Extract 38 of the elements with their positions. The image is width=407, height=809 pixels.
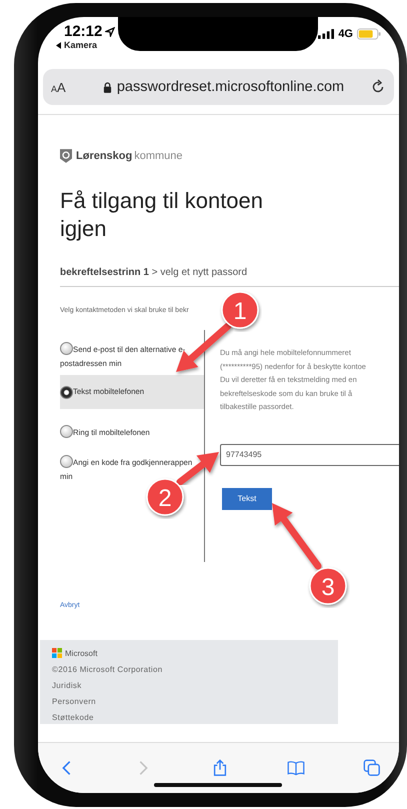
brand-name: Microsoft [65, 648, 98, 658]
radio-button[interactable] [60, 455, 73, 468]
signal-icon [318, 29, 334, 39]
callout-number: 1 [233, 298, 247, 325]
back-triangle-icon [56, 42, 61, 48]
shield-logo-icon [60, 149, 72, 163]
battery-icon [357, 28, 381, 40]
breadcrumb: bekreftelsestrinn 1 > velg et nytt passord [60, 267, 248, 278]
radio-button[interactable] [60, 425, 73, 438]
submit-button[interactable]: Tekst [222, 488, 272, 510]
lock-icon [102, 82, 112, 92]
text-size-button[interactable]: AA [51, 80, 77, 94]
book-icon[interactable] [286, 759, 305, 777]
location-icon [105, 26, 116, 36]
page-title: Få tilgang til kontoen igjen [60, 187, 264, 243]
back-to-app-link[interactable]: Kamera [56, 40, 98, 50]
callout-arrow [272, 503, 322, 570]
phone-number-field[interactable]: 97743495 [220, 444, 399, 466]
status-time: 12:12 [64, 23, 102, 40]
footer-link[interactable]: Juridisk [52, 681, 326, 690]
callout-circle [309, 567, 347, 605]
radio-button[interactable] [60, 342, 73, 355]
callout-number: 2 [158, 485, 172, 512]
callout-number: 3 [321, 574, 335, 601]
organization-name: Lørenskog [76, 150, 132, 162]
organization-suffix: kommune [134, 150, 183, 162]
network-type: 4G [338, 28, 353, 40]
four-squares-logo-icon [52, 648, 62, 658]
callout-circle [221, 291, 259, 329]
radio-button[interactable] [60, 386, 73, 398]
footer-link[interactable]: Personvern [52, 697, 326, 706]
reload-icon[interactable] [370, 79, 386, 95]
tabs-icon[interactable] [363, 759, 381, 777]
copyright-text: ©2016 Microsoft Corporation [52, 665, 164, 674]
address-bar[interactable]: AA passwordreset.microsoftonline.com [43, 69, 394, 105]
callout-circle [146, 478, 184, 516]
url-text: passwordreset.microsoftonline.com [116, 79, 344, 95]
footer-link[interactable]: Støttekode [52, 713, 326, 722]
